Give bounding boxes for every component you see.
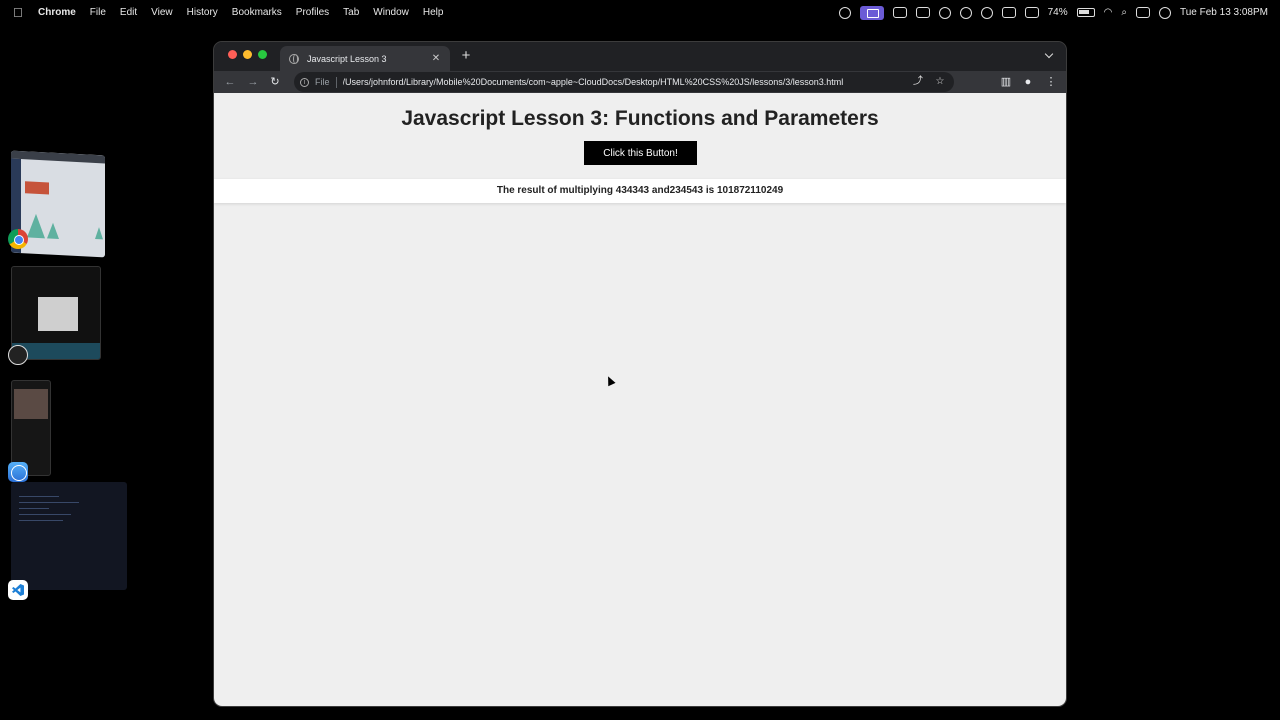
- close-tab-icon[interactable]: ✕: [430, 53, 442, 64]
- code-line: [19, 508, 49, 509]
- menu-bar:  Chrome File Edit View History Bookmark…: [0, 0, 1280, 25]
- notes-icon[interactable]: [915, 7, 930, 18]
- play-icon[interactable]: [959, 6, 972, 19]
- vscode-icon[interactable]: [8, 580, 28, 600]
- thumbnail-block: [25, 181, 49, 195]
- menu-bookmarks[interactable]: Bookmarks: [232, 7, 282, 18]
- chrome-icon[interactable]: [8, 229, 28, 249]
- close-window-button[interactable]: [228, 50, 237, 59]
- safari-icon[interactable]: [8, 462, 28, 482]
- address-bar-actions: ⤴ ☆: [912, 72, 954, 92]
- battery-icon[interactable]: [1076, 8, 1095, 17]
- app-tray-icon[interactable]: [892, 7, 907, 18]
- tab-javascript-lesson-3[interactable]: Javascript Lesson 3 ✕: [280, 46, 450, 71]
- minimize-window-button[interactable]: [243, 50, 252, 59]
- control-center-icon[interactable]: [1135, 7, 1150, 18]
- menu-file[interactable]: File: [90, 7, 106, 18]
- address-bar[interactable]: i File /Users/johnford/Library/Mobile%20…: [294, 72, 954, 92]
- menu-window[interactable]: Window: [373, 7, 409, 18]
- menu-edit[interactable]: Edit: [120, 7, 137, 18]
- screen-recording-icon[interactable]: [859, 5, 884, 20]
- clock[interactable]: Tue Feb 13 3:08PM: [1180, 7, 1268, 18]
- battery-percent: 74%: [1047, 7, 1068, 18]
- tab-strip: Javascript Lesson 3 ✕ +: [214, 42, 1066, 71]
- thumbnail-tree: [95, 226, 103, 240]
- status-tray: 74% ◠ ⌕ Tue Feb 13 3:08PM: [838, 0, 1268, 25]
- siri-icon[interactable]: [1158, 6, 1171, 19]
- result-panel: The result of multiplying 434343 and2345…: [214, 179, 1066, 203]
- browser-toolbar: ← → ↻ i File /Users/johnford/Library/Mob…: [214, 71, 1066, 93]
- menu-tab[interactable]: Tab: [343, 7, 359, 18]
- forward-arrow-icon[interactable]: →: [245, 74, 261, 90]
- tab-search-chevron-icon[interactable]: [1044, 50, 1054, 60]
- network-icon[interactable]: [1001, 7, 1016, 18]
- divider: [335, 76, 337, 88]
- more-menu-icon[interactable]: ⋮: [1043, 74, 1059, 90]
- obs-window-thumbnail[interactable]: [11, 266, 101, 360]
- bookmark-star-icon[interactable]: ☆: [934, 76, 946, 88]
- page-viewport: Javascript Lesson 3: Functions and Param…: [214, 93, 1066, 706]
- obs-icon[interactable]: [8, 345, 28, 365]
- profile-icon[interactable]: ●: [1020, 74, 1036, 90]
- vscode-window-thumbnail[interactable]: [11, 482, 127, 590]
- scheme-label: File: [315, 77, 330, 87]
- reload-icon[interactable]: ↻: [267, 74, 283, 90]
- search-icon[interactable]: ⌕: [1121, 7, 1127, 18]
- result-text: The result of multiplying 434343 and2345…: [496, 185, 784, 196]
- thumbnail-preview: [38, 297, 78, 331]
- code-line: [19, 514, 71, 515]
- apple-menu-icon[interactable]: : [13, 6, 27, 19]
- share-icon[interactable]: ⤴: [912, 76, 924, 88]
- globe-icon: [289, 53, 299, 64]
- code-line: [19, 496, 59, 497]
- side-panel-icon[interactable]: ▥: [998, 74, 1014, 90]
- airdrop-icon[interactable]: [938, 6, 951, 19]
- browser-window: Javascript Lesson 3 ✕ + ← → ↻ i File /Us…: [213, 41, 1067, 707]
- time-machine-icon[interactable]: [980, 6, 993, 19]
- menu-view[interactable]: View: [151, 7, 173, 18]
- menu-profiles[interactable]: Profiles: [296, 7, 329, 18]
- thumbnail-image: [14, 389, 48, 419]
- click-this-button[interactable]: Click this Button!: [584, 141, 697, 165]
- thumbnail-tree: [47, 222, 59, 240]
- code-line: [19, 502, 79, 503]
- page-title: Javascript Lesson 3: Functions and Param…: [401, 107, 879, 130]
- display-icon[interactable]: [1024, 7, 1039, 18]
- code-line: [19, 520, 63, 521]
- zoom-window-button[interactable]: [258, 50, 267, 59]
- thumbnail-tree: [27, 213, 45, 239]
- wifi-icon[interactable]: ◠: [1104, 7, 1113, 18]
- menu-app-name[interactable]: Chrome: [38, 7, 76, 18]
- menu-help[interactable]: Help: [423, 7, 444, 18]
- new-tab-button[interactable]: +: [459, 48, 473, 64]
- tab-title: Javascript Lesson 3: [307, 53, 387, 64]
- creative-cloud-icon[interactable]: [838, 6, 851, 19]
- url-text[interactable]: /Users/johnford/Library/Mobile%20Documen…: [343, 77, 844, 87]
- back-arrow-icon[interactable]: ←: [222, 74, 238, 90]
- thumbnail-toolbar: [11, 150, 105, 164]
- menu-history[interactable]: History: [187, 7, 218, 18]
- site-info-icon[interactable]: i: [300, 77, 309, 87]
